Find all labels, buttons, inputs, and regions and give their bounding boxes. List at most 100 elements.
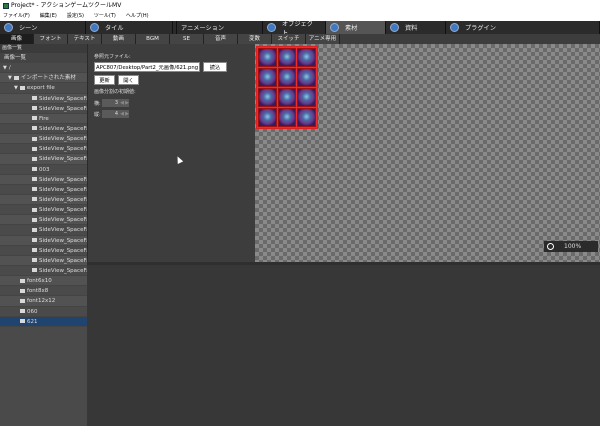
item-label: 621 [27, 318, 38, 325]
list-item[interactable]: SideView_SpaceFa [0, 266, 87, 277]
image-file-icon [32, 197, 37, 202]
image-tree: ▼ / ▼ インポートされた素材 ▼ export file SideView_SpaceF… [0, 63, 87, 327]
expand-arrow-icon[interactable]: ▼ [3, 63, 7, 72]
subtab-image[interactable]: 画像 [0, 34, 34, 44]
window-title: Project* - アクションゲームツクールMV [11, 2, 122, 9]
open-button[interactable]: 開く [118, 75, 139, 85]
list-item[interactable]: Fire [0, 113, 87, 124]
subtab-font[interactable]: フォント [34, 34, 68, 44]
subtab-variable[interactable]: 変数 [238, 34, 272, 44]
image-file-icon [32, 248, 37, 253]
ref-file-path-input[interactable]: APC807/Desktop/Part2_元画像/621.png [94, 62, 200, 72]
material-subtabs: 画像 フォント テキスト 動画 BGM SE 音声 変数 スイッチ アニメ専用 [0, 34, 340, 44]
bottom-area [87, 262, 600, 426]
load-button[interactable]: 読込 [203, 62, 227, 72]
image-file-icon [32, 136, 37, 141]
list-item[interactable]: SideView_SpaceFa [0, 93, 87, 104]
subtab-voice[interactable]: 音声 [204, 34, 238, 44]
sprite-frame [258, 48, 277, 67]
list-item[interactable]: SideView_SpaceFa [0, 134, 87, 145]
item-label: font12x12 [27, 298, 56, 305]
ribbon-tab-material[interactable]: 素材 [326, 21, 386, 34]
subtab-bgm[interactable]: BGM [136, 34, 170, 44]
menu-tools[interactable]: ツール(T) [94, 11, 116, 21]
list-item[interactable]: font8x8 [0, 286, 87, 297]
ref-file-label: 参照元ファイル: [94, 54, 131, 60]
item-label: SideView_SpaceFa [39, 196, 87, 203]
image-file-icon [20, 298, 25, 303]
subtab-switch[interactable]: スイッチ [272, 34, 306, 44]
list-item[interactable]: SideView_SpaceFa [0, 154, 87, 165]
increment-icon[interactable]: ▶ [125, 110, 129, 118]
list-item[interactable]: SideView_SpaceFa [0, 246, 87, 256]
list-item[interactable]: 621 [0, 316, 87, 327]
list-item[interactable]: font12x12 [0, 296, 87, 307]
list-item[interactable]: SideView_SpaceFa [0, 124, 87, 135]
h-split-label: 横: [94, 101, 101, 107]
list-item[interactable]: SideView_SpaceFa [0, 104, 87, 114]
item-label: 060 [27, 308, 38, 315]
h-split-stepper[interactable]: 3 ◀ ▶ [102, 99, 129, 107]
zoom-control[interactable]: 100% [544, 241, 598, 252]
ribbon-tab-tile[interactable]: タイル [86, 21, 173, 34]
ribbon-tab-object[interactable]: オブジェクト [263, 21, 326, 37]
list-item[interactable]: SideView_SpaceFa [0, 185, 87, 195]
sprite-frame [277, 68, 297, 87]
list-item[interactable]: 060 [0, 307, 87, 317]
item-label: 003 [39, 166, 50, 173]
folder-item[interactable]: ▼ インポートされた素材 [0, 73, 87, 84]
subtab-text[interactable]: テキスト [68, 34, 102, 44]
menu-help[interactable]: ヘルプ(H) [126, 11, 149, 21]
plugin-icon [450, 23, 459, 32]
ribbon-tab-plugin[interactable]: プラグイン [446, 21, 600, 34]
image-settings-panel: 参照元ファイル: APC807/Desktop/Part2_元画像/621.pn… [87, 44, 255, 262]
list-item[interactable]: SideView_SpaceFa [0, 225, 87, 236]
menu-edit[interactable]: 編集(E) [40, 11, 57, 21]
item-label: SideView_SpaceFa [39, 257, 87, 264]
tile-icon [90, 23, 99, 32]
folder-item[interactable]: ▼ export file [0, 83, 87, 94]
image-preview-canvas[interactable]: 100% [255, 44, 600, 262]
subtab-anime-only[interactable]: アニメ専用 [306, 34, 340, 44]
scene-icon [4, 23, 13, 32]
subtab-video[interactable]: 動画 [102, 34, 136, 44]
decrement-icon[interactable]: ◀ [120, 110, 124, 118]
expand-arrow-icon[interactable]: ▼ [8, 73, 12, 82]
expand-arrow-icon[interactable]: ▼ [14, 83, 18, 92]
image-file-icon [32, 167, 37, 172]
app-logo-icon [3, 2, 9, 9]
menu-file[interactable]: ファイル(F) [3, 11, 30, 21]
magnifier-icon [547, 243, 554, 250]
list-item[interactable]: SideView_SpaceFa [0, 205, 87, 216]
root-item[interactable]: ▼ / [0, 63, 87, 74]
list-item[interactable]: SideView_SpaceFa [0, 174, 87, 185]
list-item[interactable]: font6x10 [0, 276, 87, 287]
ribbon-tab-animation[interactable]: アニメーション [177, 21, 263, 34]
list-item[interactable]: SideView_SpaceFa [0, 235, 87, 246]
item-label: SideView_SpaceFa [39, 207, 87, 214]
v-split-value: 4 [114, 111, 118, 117]
update-button[interactable]: 更新 [94, 75, 115, 85]
increment-icon[interactable]: ▶ [125, 99, 129, 107]
folder-icon [19, 85, 25, 90]
menu-settings[interactable]: 設定(S) [67, 11, 84, 21]
ribbon-tab-scene[interactable]: シーン [0, 21, 86, 34]
sprite-frame [297, 108, 316, 127]
item-label: SideView_SpaceFa [39, 105, 87, 112]
v-split-stepper[interactable]: 4 ◀ ▶ [102, 110, 129, 118]
ribbon-tab-database[interactable]: 資料 [386, 21, 446, 34]
image-file-icon [32, 227, 37, 232]
list-item[interactable]: SideView_SpaceFa [0, 144, 87, 155]
item-label: SideView_SpaceFa [39, 95, 87, 102]
decrement-icon[interactable]: ◀ [120, 99, 124, 107]
list-item[interactable]: 003 [0, 165, 87, 175]
list-item[interactable]: SideView_SpaceFa [0, 255, 87, 266]
subtab-se[interactable]: SE [170, 34, 204, 44]
list-item[interactable]: SideView_SpaceFa [0, 215, 87, 226]
image-file-icon [32, 238, 37, 243]
sprite-frame [277, 108, 297, 127]
list-item[interactable]: SideView_SpaceFa [0, 194, 87, 206]
item-label: SideView_SpaceFa [39, 156, 87, 163]
material-icon [330, 23, 339, 32]
item-label: SideView_SpaceFa [39, 217, 87, 224]
